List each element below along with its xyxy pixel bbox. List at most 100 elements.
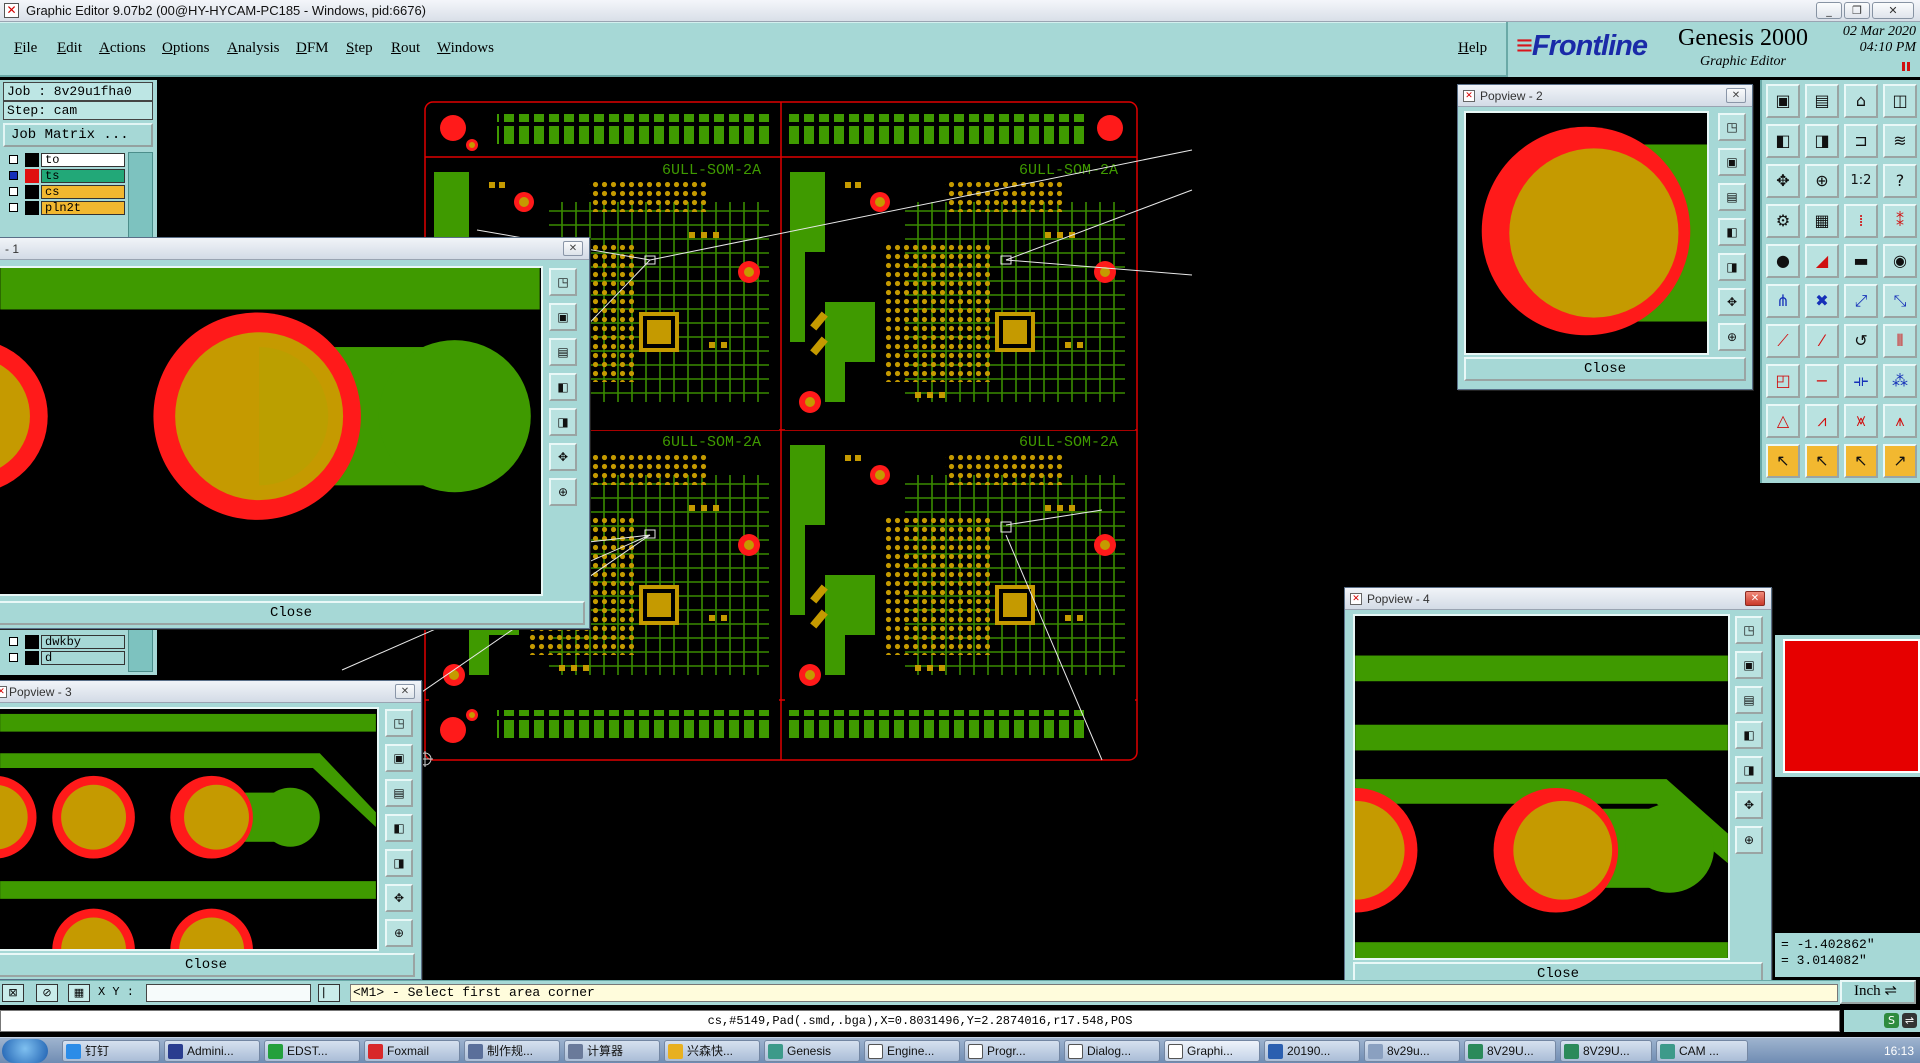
line-add-icon[interactable]: ◢ <box>1805 244 1839 278</box>
zoom-home-icon[interactable]: ⊕ <box>1805 164 1839 198</box>
fit-icon[interactable]: ⊐ <box>1844 124 1878 158</box>
snap-icon[interactable]: ⊠ <box>2 984 24 1002</box>
popview-close-icon[interactable]: ✕ <box>563 241 583 256</box>
layer-row[interactable]: to <box>3 152 125 168</box>
menu-actions[interactable]: Actions <box>99 40 146 57</box>
taskbar-item[interactable]: Admini... <box>164 1040 260 1062</box>
taskbar-item[interactable]: 8V29U... <box>1464 1040 1556 1062</box>
taskbar-item[interactable]: CAM ... <box>1656 1040 1748 1062</box>
taskbar-item[interactable]: Genesis <box>764 1040 860 1062</box>
grid-icon[interactable]: ▦ <box>1805 204 1839 238</box>
angle-icon[interactable]: ⩘ <box>1805 404 1839 438</box>
taskbar-item[interactable]: EDST... <box>264 1040 360 1062</box>
minus-icon[interactable]: − <box>1805 364 1839 398</box>
grid-icon[interactable]: ▦ <box>68 984 90 1002</box>
fit-icon[interactable]: ✥ <box>1718 288 1746 316</box>
units-selector[interactable]: Inch ⇌ <box>1840 980 1916 1004</box>
popview-close-button[interactable]: Close <box>1464 357 1746 381</box>
view-icon[interactable]: ◳ <box>1718 113 1746 141</box>
open-icon[interactable]: ▤ <box>549 338 577 366</box>
taskbar-item[interactable]: 钉钉 <box>62 1040 160 1062</box>
zoom-in-icon[interactable]: ◧ <box>385 814 413 842</box>
zoom-in-icon[interactable]: ◧ <box>1718 218 1746 246</box>
bridge-icon[interactable]: ⩙ <box>1844 404 1878 438</box>
drill-icon[interactable]: ⚙ <box>1766 204 1800 238</box>
zoom-out-icon[interactable]: ◨ <box>1718 253 1746 281</box>
popview-4-view[interactable] <box>1353 614 1730 960</box>
fit-icon[interactable]: ✥ <box>549 443 577 471</box>
layer-row[interactable]: pln2t <box>3 200 125 216</box>
zoom-in-icon[interactable]: ◧ <box>549 373 577 401</box>
layer-checkbox[interactable] <box>9 187 18 196</box>
node-icon[interactable]: ⋔ <box>1766 284 1800 318</box>
zoom-home-icon[interactable]: ⊕ <box>549 478 577 506</box>
zoom-out-icon[interactable]: ◨ <box>1805 124 1839 158</box>
open-icon[interactable]: ▤ <box>385 779 413 807</box>
arch-icon[interactable]: ⩚ <box>1883 404 1917 438</box>
open-icon[interactable]: ▤ <box>1718 183 1746 211</box>
layer-checkbox[interactable] <box>9 203 18 212</box>
taskbar-item[interactable]: 20190... <box>1264 1040 1360 1062</box>
fit-icon[interactable]: ✥ <box>1735 791 1763 819</box>
layer-checkbox[interactable] <box>9 155 18 164</box>
layer-row[interactable]: cs <box>3 184 125 200</box>
layer-checkbox[interactable] <box>9 653 18 662</box>
fit-icon[interactable]: ✥ <box>385 884 413 912</box>
taskbar-item[interactable]: 制作规... <box>464 1040 560 1062</box>
pointer-measure-icon[interactable]: ↗ <box>1883 444 1917 478</box>
pad-icon[interactable]: ● <box>1766 244 1800 278</box>
menu-file[interactable]: File <box>14 40 37 57</box>
popview-2-view[interactable] <box>1464 111 1709 355</box>
link-icon[interactable]: ⤡ <box>1883 284 1917 318</box>
save-icon[interactable]: ▣ <box>1718 148 1746 176</box>
xy-input[interactable] <box>146 984 311 1002</box>
open-icon[interactable]: ▤ <box>1735 686 1763 714</box>
popview-close-button[interactable]: Close <box>0 953 415 977</box>
save-icon[interactable]: ▣ <box>1735 651 1763 679</box>
close-window-button[interactable]: ✕ <box>1872 2 1914 19</box>
zoom-out-icon[interactable]: ◨ <box>549 408 577 436</box>
view-icon[interactable]: ◳ <box>1735 616 1763 644</box>
triangle-icon[interactable]: △ <box>1766 404 1800 438</box>
ruler-icon[interactable]: ▬ <box>1844 244 1878 278</box>
zoom-out-icon[interactable]: ◨ <box>385 849 413 877</box>
popview-close-button[interactable]: Close <box>0 601 585 625</box>
popview-3-view[interactable] <box>0 707 379 951</box>
job-matrix-button[interactable]: Job Matrix ... <box>3 123 153 147</box>
menu-options[interactable]: Options <box>162 40 210 57</box>
home-icon[interactable]: ⌂ <box>1844 84 1878 118</box>
taskbar-item[interactable]: 计算器 <box>564 1040 660 1062</box>
measure-icon[interactable]: ⊘ <box>36 984 58 1002</box>
zoom-in-icon[interactable]: ◧ <box>1735 721 1763 749</box>
layer-row[interactable]: d <box>3 650 125 666</box>
layer-row[interactable]: ts <box>3 168 125 184</box>
popview-close-icon[interactable]: ✕ <box>395 684 415 699</box>
pause-icon[interactable] <box>1902 62 1910 71</box>
layer-row[interactable]: dwkby <box>3 634 125 650</box>
zoom-in-icon[interactable]: ◧ <box>1766 124 1800 158</box>
save-icon[interactable]: ▣ <box>385 744 413 772</box>
window-icon[interactable]: ◫ <box>1883 84 1917 118</box>
taskbar-item[interactable]: 8V29U... <box>1560 1040 1652 1062</box>
taskbar-item[interactable]: 兴森快... <box>664 1040 760 1062</box>
menu-edit[interactable]: Edit <box>57 40 82 57</box>
menu-windows[interactable]: Windows <box>437 40 494 57</box>
popview-1-view[interactable] <box>0 266 543 596</box>
save-icon[interactable]: ▣ <box>1766 84 1800 118</box>
taskbar-item[interactable]: Foxmail <box>364 1040 460 1062</box>
menu-step[interactable]: Step <box>346 40 373 57</box>
connect-icon[interactable]: ⤢ <box>1844 284 1878 318</box>
measure-icon[interactable]: ⟛ <box>1844 364 1878 398</box>
taskbar-item[interactable]: 8v29u... <box>1364 1040 1460 1062</box>
view-icon[interactable]: ◳ <box>385 709 413 737</box>
taskbar-item[interactable]: Progr... <box>964 1040 1060 1062</box>
ratio-1-2-icon[interactable]: 1:2 <box>1844 164 1878 198</box>
zoom-home-icon[interactable]: ⊕ <box>1735 826 1763 854</box>
dot-icon[interactable]: ◉ <box>1883 244 1917 278</box>
start-button[interactable] <box>2 1039 48 1063</box>
layer-checkbox[interactable] <box>9 171 18 180</box>
pads-icon[interactable]: ⁂ <box>1883 364 1917 398</box>
menu-rout[interactable]: Rout <box>391 40 420 57</box>
layer-checkbox[interactable] <box>9 637 18 646</box>
open-icon[interactable]: ▤ <box>1805 84 1839 118</box>
